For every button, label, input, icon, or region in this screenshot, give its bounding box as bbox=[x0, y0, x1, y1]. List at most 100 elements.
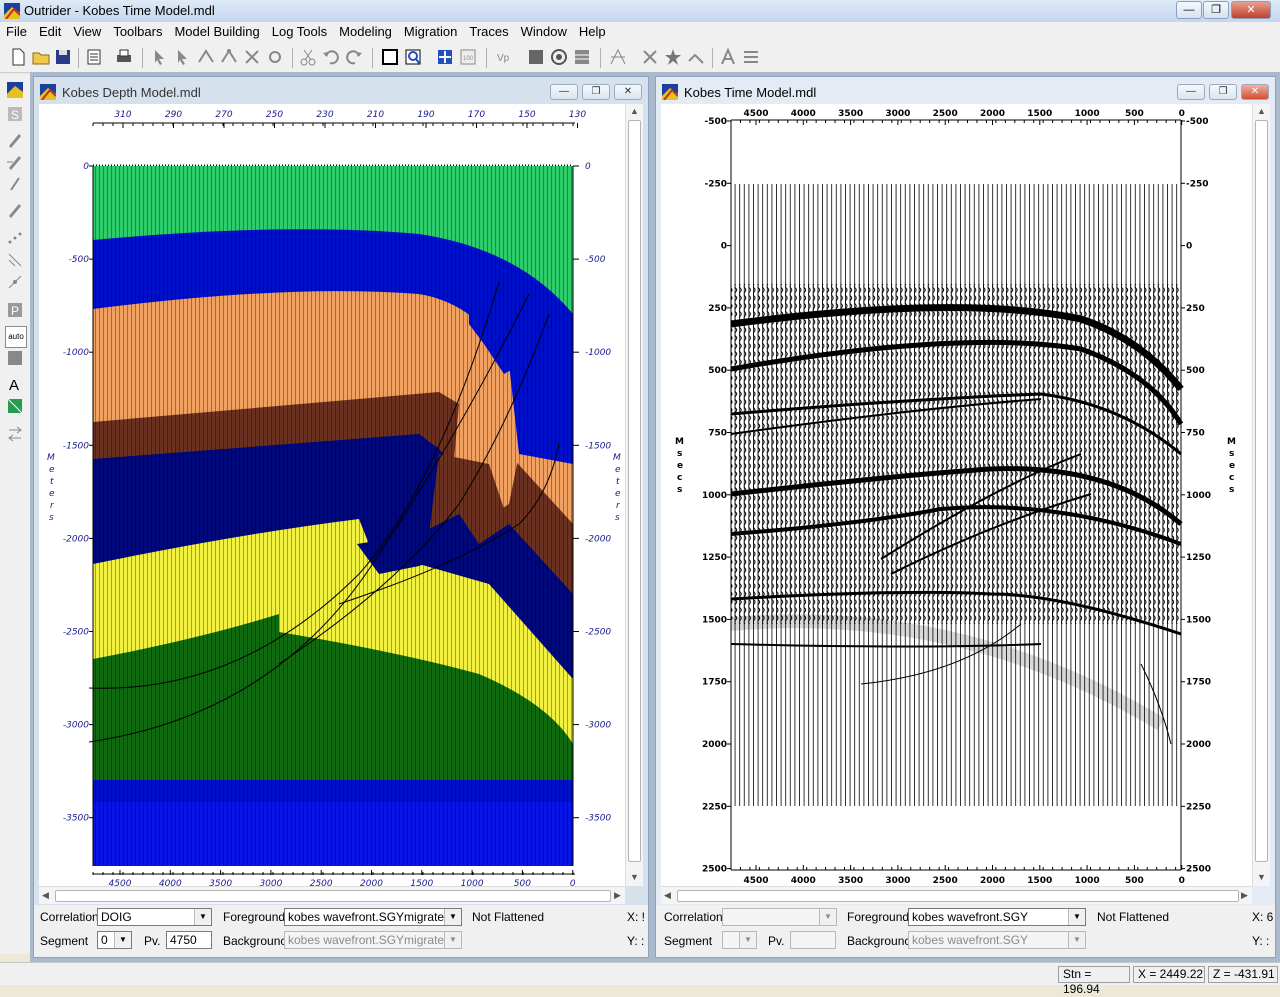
undo-icon[interactable] bbox=[321, 47, 341, 67]
seismic-traces bbox=[730, 184, 1184, 806]
depth-horizontal-scrollbar[interactable]: ◀ ▶ bbox=[39, 886, 625, 904]
zoom-window-icon[interactable] bbox=[403, 47, 423, 67]
new-file-icon[interactable] bbox=[8, 47, 28, 67]
time-section-plot[interactable]: 4500 4000 3500 3000 2500 2000 1500 1000 500 04500… bbox=[661, 104, 1252, 886]
background-combo[interactable]: kobes wavefront.SGY ▼ bbox=[908, 931, 1086, 949]
depth-top-axis-label: 310 bbox=[114, 110, 131, 120]
layer-icon[interactable] bbox=[572, 47, 592, 67]
menu-model-building[interactable]: Model Building bbox=[168, 22, 265, 39]
zoom-100-icon[interactable]: 100 bbox=[458, 47, 478, 67]
select-arrow-icon[interactable] bbox=[150, 47, 170, 67]
target-icon[interactable] bbox=[549, 47, 569, 67]
flip-icon[interactable] bbox=[5, 424, 25, 444]
menu-toolbars[interactable]: Toolbars bbox=[107, 22, 168, 39]
pen-edit-icon[interactable] bbox=[5, 152, 25, 172]
time-minimize-button[interactable]: — bbox=[1177, 84, 1205, 100]
time-maximize-button[interactable]: ❐ bbox=[1209, 84, 1237, 100]
foreground-label: Foreground bbox=[223, 910, 286, 924]
node-delete-icon[interactable] bbox=[242, 47, 262, 67]
node-add-icon[interactable] bbox=[219, 47, 239, 67]
text-tool-icon[interactable]: A bbox=[5, 374, 25, 394]
menu-log-tools[interactable]: Log Tools bbox=[266, 22, 333, 39]
depth-right-axis-label: -1500 bbox=[585, 441, 611, 451]
annotate-a-icon[interactable] bbox=[718, 47, 738, 67]
menu-file[interactable]: File bbox=[0, 22, 33, 39]
foreground-combo[interactable]: kobes wavefront.SGYmigrated ▼ bbox=[284, 908, 462, 926]
save-icon[interactable] bbox=[53, 47, 73, 67]
star-icon[interactable] bbox=[663, 47, 683, 67]
depth-left-axis-label: -1000 bbox=[63, 348, 89, 358]
depth-vscroll-thumb[interactable] bbox=[628, 120, 641, 862]
close-button[interactable]: ✕ bbox=[1231, 1, 1271, 19]
open-folder-icon[interactable] bbox=[31, 47, 51, 67]
depth-vertical-scrollbar[interactable]: ▲ ▼ bbox=[625, 104, 643, 886]
time-right-axis-label: 250 bbox=[1186, 304, 1205, 314]
p-tool-icon[interactable]: P bbox=[5, 300, 25, 320]
depth-model-canvas[interactable]: 310 290 270 250 230 210 190 170 150 130 4500 4000 35… bbox=[39, 104, 625, 889]
trace-edit-icon[interactable] bbox=[5, 250, 25, 270]
time-vscroll-thumb[interactable] bbox=[1255, 120, 1268, 862]
time-left-axis-label: 1000 bbox=[702, 491, 727, 501]
trace-mute-icon[interactable] bbox=[5, 272, 25, 292]
menu-migration[interactable]: Migration bbox=[398, 22, 463, 39]
y-readout: Y: : bbox=[627, 934, 645, 948]
time-horizontal-scrollbar[interactable]: ◀ ▶ bbox=[661, 886, 1252, 904]
time-model-canvas[interactable]: 4500 4000 3500 3000 2500 2000 1500 1000 500 0 4500… bbox=[661, 104, 1252, 886]
correlation-combo[interactable]: DOIG ▼ bbox=[97, 908, 212, 926]
svg-text:e: e bbox=[677, 461, 683, 471]
time-bottom-axis-label: 3000 bbox=[885, 876, 910, 886]
time-bottom-axis-label: 2500 bbox=[933, 876, 958, 886]
image-icon[interactable] bbox=[5, 396, 25, 416]
time-right-axis-label: 1750 bbox=[1186, 678, 1211, 688]
window-frame-icon[interactable] bbox=[380, 47, 400, 67]
pv-field[interactable] bbox=[790, 931, 836, 949]
shot-icon[interactable] bbox=[640, 47, 660, 67]
print-icon[interactable] bbox=[114, 47, 134, 67]
fill-rect-icon[interactable] bbox=[526, 47, 546, 67]
segment-combo[interactable]: 0 ▼ bbox=[97, 931, 132, 949]
ray-trace-icon[interactable] bbox=[608, 47, 628, 67]
menu-traces[interactable]: Traces bbox=[463, 22, 514, 39]
depth-close-button[interactable]: ✕ bbox=[614, 84, 642, 100]
depth-minimize-button[interactable]: — bbox=[550, 84, 578, 100]
menu-view[interactable]: View bbox=[67, 22, 107, 39]
node-snap-icon[interactable] bbox=[265, 47, 285, 67]
dots-icon[interactable] bbox=[5, 228, 25, 248]
time-vertical-scrollbar[interactable]: ▲ ▼ bbox=[1252, 104, 1270, 886]
menu-modeling[interactable]: Modeling bbox=[333, 22, 398, 39]
time-hscroll-thumb[interactable] bbox=[677, 890, 1239, 902]
pv-field[interactable]: 4750 bbox=[166, 931, 212, 949]
correlation-combo[interactable]: ▼ bbox=[722, 908, 837, 926]
s-tool-icon[interactable]: S bbox=[5, 104, 25, 124]
maximize-button[interactable]: ❐ bbox=[1203, 1, 1229, 19]
vp-icon[interactable]: Vp bbox=[494, 47, 514, 67]
model-icon[interactable] bbox=[5, 80, 25, 100]
depth-hscroll-thumb[interactable] bbox=[55, 890, 611, 902]
segment-label: Segment bbox=[664, 934, 713, 948]
properties-icon[interactable] bbox=[84, 47, 104, 67]
redo-icon[interactable] bbox=[344, 47, 364, 67]
depth-model-window: Kobes Depth Model.mdl — ❐ ✕ 310 290 270 … bbox=[33, 76, 649, 958]
time-close-button[interactable]: ✕ bbox=[1241, 84, 1269, 100]
minimize-button[interactable]: — bbox=[1176, 1, 1202, 19]
fill-icon[interactable] bbox=[5, 348, 25, 368]
receiver-icon[interactable] bbox=[686, 47, 706, 67]
depth-maximize-button[interactable]: ❐ bbox=[582, 84, 610, 100]
cut-icon[interactable] bbox=[298, 47, 318, 67]
depth-model-plot[interactable]: 310 290 270 250 230 210 190 170 150 130 4500 4000 35… bbox=[39, 104, 625, 889]
background-combo[interactable]: kobes wavefront.SGYmigrated ▼ bbox=[284, 931, 462, 949]
menu-window[interactable]: Window bbox=[515, 22, 573, 39]
pen-select-icon[interactable] bbox=[5, 174, 25, 194]
zoom-fit-icon[interactable] bbox=[435, 47, 455, 67]
node-edit-icon[interactable] bbox=[196, 47, 216, 67]
foreground-combo[interactable]: kobes wavefront.SGY ▼ bbox=[908, 908, 1086, 926]
menu-edit[interactable]: Edit bbox=[33, 22, 67, 39]
select-move-icon[interactable] bbox=[173, 47, 193, 67]
menu-help[interactable]: Help bbox=[573, 22, 612, 39]
auto-button[interactable]: auto bbox=[5, 326, 27, 348]
time-top-axis-label: 1000 bbox=[1075, 109, 1100, 119]
segment-combo[interactable]: ▼ bbox=[722, 931, 757, 949]
pen-icon[interactable] bbox=[5, 130, 25, 150]
grid-sort-icon[interactable] bbox=[741, 47, 761, 67]
brush-icon[interactable] bbox=[5, 200, 25, 220]
